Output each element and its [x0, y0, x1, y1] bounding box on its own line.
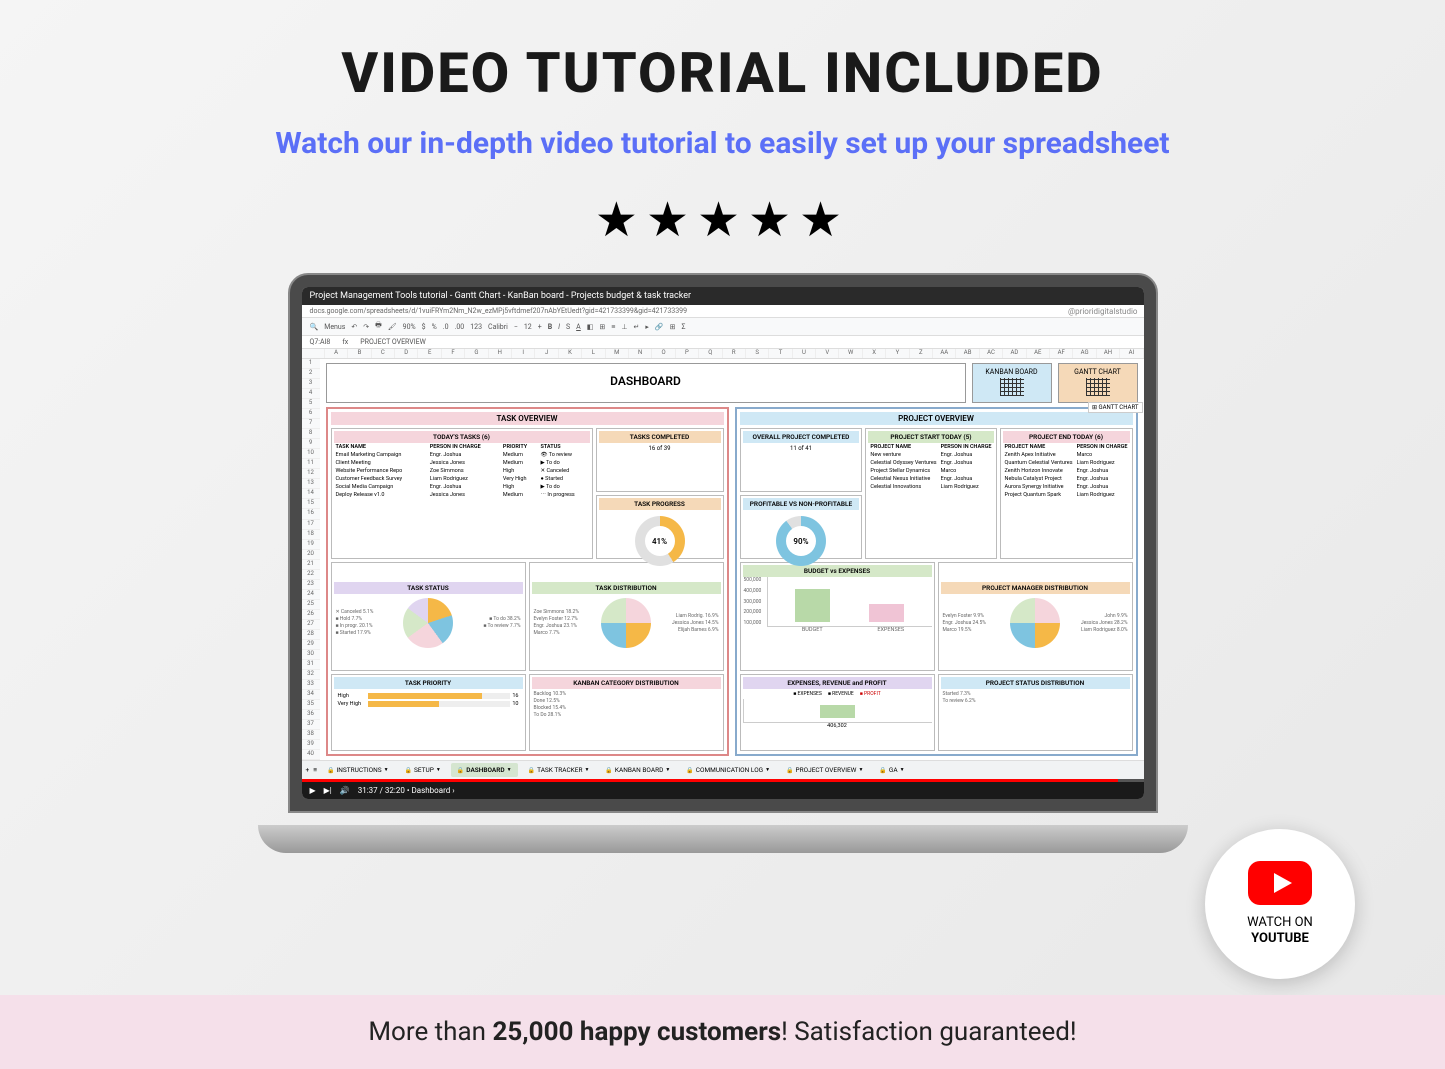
grid-icon	[1000, 378, 1024, 396]
redo-icon[interactable]: ↷	[363, 323, 369, 331]
task-overview-panel: TASK OVERVIEW TODAY'S TASKS (6) TASK NAM…	[326, 407, 729, 756]
play-icon[interactable]: ▶	[310, 786, 316, 795]
grid-icon	[1086, 378, 1110, 396]
video-controls[interactable]: ▶ ▶| 🔊 31:37 / 32:20 • Dashboard ›	[302, 782, 1144, 799]
hero-subtitle: Watch our in-depth video tutorial to eas…	[60, 126, 1385, 161]
dashboard-title: DASHBOARD	[326, 363, 966, 403]
tab-setup[interactable]: 🔒SETUP ▼	[399, 763, 447, 777]
video-progress[interactable]	[302, 779, 1144, 782]
paint-icon[interactable]: 🖌	[388, 323, 397, 331]
budget-bar	[795, 589, 830, 622]
laptop-mockup: Project Management Tools tutorial - Gant…	[288, 273, 1158, 853]
star-rating: ★★★★★	[0, 191, 1445, 248]
tab-instructions[interactable]: 🔒INSTRUCTIONS ▼	[321, 763, 395, 777]
footer-banner: More than 25,000 happy customers! Satisf…	[0, 995, 1445, 1069]
profitable-donut	[776, 516, 826, 566]
youtube-badge[interactable]: WATCH ONYOUTUBE	[1205, 829, 1355, 979]
video-time: 31:37 / 32:20 • Dashboard ›	[358, 786, 455, 795]
tab-kanban-board[interactable]: 🔒KANBAN BOARD ▼	[599, 763, 676, 777]
manager-dist-pie	[1010, 598, 1060, 648]
link-icon[interactable]: 🔗	[655, 323, 664, 331]
column-headers[interactable]: ABCDEFGHIJKLMNOPQRSTUVWXYZAAABACADAEAFAG…	[302, 349, 1144, 359]
project-overview-panel: PROJECT OVERVIEW OVERALL PROJECT COMPLET…	[735, 407, 1138, 756]
sheets-toolbar[interactable]: 🔍 Menus ↶ ↷ 🖶 🖌 90% $%.0.00123 Calibri −…	[302, 318, 1144, 336]
tab-communication-log[interactable]: 🔒COMMUNICATION LOG ▼	[680, 763, 776, 777]
search-icon[interactable]: 🔍	[310, 323, 319, 331]
address-bar[interactable]: docs.google.com/spreadsheets/d/1vuiFRYm2…	[302, 305, 1144, 318]
hero-title: VIDEO TUTORIAL INCLUDED	[60, 40, 1385, 106]
sheet-tabs[interactable]: + ≡ 🔒INSTRUCTIONS ▼ 🔒SETUP ▼ 🔒DASHBOARD ▼ 🔒…	[302, 760, 1144, 779]
add-sheet-icon[interactable]: +	[306, 766, 310, 774]
task-dist-pie	[601, 598, 651, 648]
row-numbers[interactable]: 1234567891011121314151617181920212223242…	[302, 359, 320, 760]
task-progress-donut	[635, 516, 685, 566]
gantt-chart-button[interactable]: GANTT CHART ⊞ GANTT CHART	[1058, 363, 1138, 403]
tab-dashboard[interactable]: 🔒DASHBOARD ▼	[451, 763, 518, 777]
undo-icon[interactable]: ↶	[351, 323, 357, 331]
expenses-bar	[869, 604, 904, 622]
kanban-board-button[interactable]: KANBAN BOARD	[972, 363, 1052, 403]
volume-icon[interactable]: 🔊	[340, 786, 350, 795]
all-sheets-icon[interactable]: ≡	[313, 766, 317, 774]
tab-task-tracker[interactable]: 🔒TASK TRACKER ▼	[522, 763, 596, 777]
youtube-icon	[1248, 861, 1312, 905]
gantt-tooltip: ⊞ GANTT CHART	[1088, 402, 1143, 413]
task-status-pie	[403, 598, 453, 648]
print-icon[interactable]: 🖶	[375, 321, 382, 332]
watermark: @prioridigitalstudio	[1068, 307, 1138, 316]
tab-project-overview[interactable]: 🔒PROJECT OVERVIEW ▼	[780, 763, 869, 777]
hero: VIDEO TUTORIAL INCLUDED Watch our in-dep…	[0, 0, 1445, 171]
video-title: Project Management Tools tutorial - Gant…	[302, 287, 1144, 305]
tab-ga[interactable]: 🔒GA ▼	[873, 763, 910, 777]
fill-icon[interactable]: ◧	[587, 323, 594, 331]
formula-bar[interactable]: Q7:AI8 fx PROJECT OVERVIEW	[302, 336, 1144, 349]
next-icon[interactable]: ▶|	[324, 786, 332, 795]
border-icon[interactable]: ⊞	[599, 323, 605, 331]
